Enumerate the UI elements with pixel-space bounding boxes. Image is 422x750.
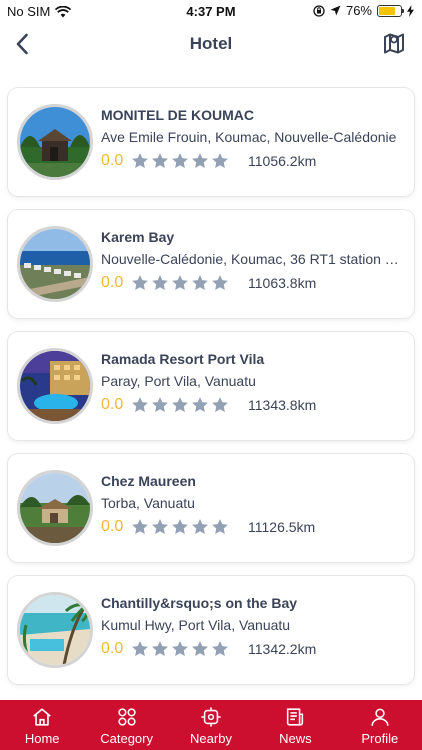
- hotel-name: Chez Maureen: [101, 473, 196, 489]
- hotel-address: Nouvelle-Calédonie, Koumac, 36 RT1 stati…: [101, 251, 404, 267]
- star-icon: [132, 397, 148, 412]
- rating-value: 0.0: [101, 274, 124, 291]
- star-icon: [132, 641, 148, 656]
- star-icon: [152, 397, 168, 412]
- hotel-address: Torba, Vanuatu: [101, 495, 195, 511]
- hotel-address: Ave Emile Frouin, Koumac, Nouvelle-Caléd…: [101, 129, 397, 145]
- star-icon: [172, 519, 188, 534]
- star-icon: [172, 275, 188, 290]
- home-icon: [33, 708, 51, 726]
- star-rating: [131, 152, 229, 170]
- nearby-icon: [201, 707, 221, 727]
- star-icon: [172, 153, 188, 168]
- hotel-thumbnail: [17, 104, 93, 180]
- star-icon: [132, 153, 148, 168]
- rating-row: 0.0 11056.2km: [101, 152, 316, 170]
- hotel-card[interactable]: Chantilly&rsquo;s on the Bay Kumul Hwy, …: [8, 576, 414, 684]
- rating-row: 0.0 11343.8km: [101, 396, 316, 414]
- news-icon: [287, 708, 304, 726]
- category-icon: [117, 708, 136, 726]
- battery-icon: [377, 4, 404, 17]
- nav-bar: Hotel: [0, 22, 422, 66]
- star-icon: [212, 275, 228, 290]
- star-icon: [192, 641, 208, 656]
- star-rating: [131, 518, 229, 536]
- tab-label: Home: [24, 731, 60, 746]
- hotel-distance: 11056.2km: [248, 153, 317, 169]
- hotel-name: Chantilly&rsquo;s on the Bay: [101, 595, 298, 611]
- tab-label: Category: [100, 731, 153, 746]
- star-rating: [131, 640, 229, 658]
- hotel-thumbnail: [17, 592, 93, 668]
- hotel-distance: 11342.2km: [248, 641, 317, 657]
- star-rating: [131, 274, 229, 292]
- star-icon: [212, 153, 228, 168]
- hotel-name: Ramada Resort Port Vila: [101, 351, 265, 367]
- star-icon: [172, 641, 188, 656]
- star-icon: [192, 275, 208, 290]
- star-icon: [212, 397, 228, 412]
- battery-percent: 76%: [345, 3, 372, 18]
- star-icon: [152, 519, 168, 534]
- tab-home[interactable]: Home: [0, 700, 84, 750]
- status-bar: No SIM 4:37 PM 76%: [0, 0, 422, 22]
- tab-nearby[interactable]: Nearby: [169, 700, 253, 750]
- profile-icon: [371, 708, 389, 726]
- rating-row: 0.0 11063.8km: [101, 274, 316, 292]
- tab-category[interactable]: Category: [84, 700, 168, 750]
- hotel-distance: 11063.8km: [248, 275, 317, 291]
- star-icon: [192, 519, 208, 534]
- star-icon: [192, 153, 208, 168]
- hotel-thumbnail: [17, 226, 93, 302]
- star-icon: [152, 275, 168, 290]
- rating-value: 0.0: [101, 152, 124, 169]
- star-icon: [132, 519, 148, 534]
- hotel-distance: 11126.5km: [248, 519, 316, 535]
- hotel-list: MONITEL DE KOUMAC Ave Emile Frouin, Koum…: [8, 88, 414, 698]
- hotel-distance: 11343.8km: [248, 397, 317, 413]
- hotel-name: Karem Bay: [101, 229, 175, 245]
- orientation-lock-icon: [313, 4, 325, 17]
- rating-row: 0.0 11126.5km: [101, 518, 315, 536]
- hotel-card[interactable]: Chez Maureen Torba, Vanuatu 0.0 11126.5k…: [8, 454, 414, 562]
- rating-value: 0.0: [101, 518, 124, 535]
- hotel-thumbnail: [17, 348, 93, 424]
- hotel-name: MONITEL DE KOUMAC: [101, 107, 254, 123]
- star-icon: [212, 519, 228, 534]
- tab-news[interactable]: News: [253, 700, 337, 750]
- rating-value: 0.0: [101, 640, 124, 657]
- map-icon: [384, 33, 404, 54]
- star-icon: [192, 397, 208, 412]
- rating-value: 0.0: [101, 396, 124, 413]
- star-icon: [212, 641, 228, 656]
- hotel-card[interactable]: MONITEL DE KOUMAC Ave Emile Frouin, Koum…: [8, 88, 414, 196]
- tab-profile[interactable]: Profile: [338, 700, 422, 750]
- star-icon: [172, 397, 188, 412]
- star-icon: [152, 641, 168, 656]
- star-rating: [131, 396, 229, 414]
- tab-label: News: [279, 731, 312, 746]
- page-title: Hotel: [189, 34, 233, 53]
- tab-bar: Home Category Nearby News Profile: [0, 700, 422, 750]
- hotel-address: Paray, Port Vila, Vanuatu: [101, 373, 256, 389]
- star-icon: [132, 275, 148, 290]
- rating-row: 0.0 11342.2km: [101, 640, 316, 658]
- hotel-address: Kumul Hwy, Port Vila, Vanuatu: [101, 617, 291, 633]
- hotel-card[interactable]: Karem Bay Nouvelle-Calédonie, Koumac, 36…: [8, 210, 414, 318]
- charging-bolt-icon: [407, 4, 414, 17]
- hotel-thumbnail: [17, 470, 93, 546]
- tab-label: Nearby: [190, 731, 232, 746]
- star-icon: [152, 153, 168, 168]
- map-button[interactable]: [380, 29, 408, 57]
- location-arrow-icon: [330, 5, 341, 16]
- tab-label: Profile: [361, 731, 399, 746]
- hotel-card[interactable]: Ramada Resort Port Vila Paray, Port Vila…: [8, 332, 414, 440]
